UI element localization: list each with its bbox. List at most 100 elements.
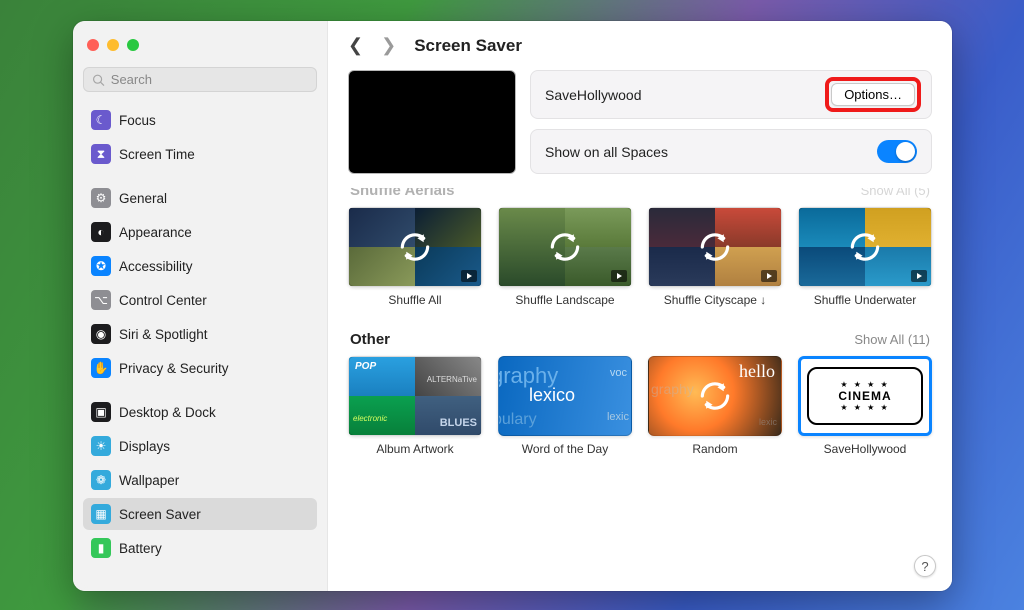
sidebar-icon: ◐ (91, 222, 111, 242)
section-title: Shuffle Aerials (350, 188, 454, 199)
sidebar-item-appearance[interactable]: ◐ Appearance (83, 216, 317, 248)
play-badge-icon (761, 270, 777, 282)
cinema-ticket-icon: CINEMA (807, 367, 923, 425)
search-field[interactable] (83, 67, 317, 92)
sidebar-item-screen-time[interactable]: ⧗ Screen Time (83, 138, 317, 170)
sidebar-item-control-center[interactable]: ⌥ Control Center (83, 284, 317, 316)
saver-thumbnail[interactable]: Shuffle Landscape (498, 207, 632, 307)
selected-saver-name: SaveHollywood (545, 87, 642, 103)
thumbnail-label: SaveHollywood (798, 442, 932, 456)
thumbnail-row: Shuffle All Shuffle Landscape Shuffle City… (348, 207, 932, 307)
play-badge-icon (461, 270, 477, 282)
saver-thumbnail[interactable]: graphyvoclexicobularylexic Word of the Da… (498, 356, 632, 456)
sidebar-icon: ✪ (91, 256, 111, 276)
saver-thumbnail[interactable]: hellographylexic Random (648, 356, 782, 456)
sidebar-item-label: Accessibility (119, 259, 193, 274)
section-header: Shuffle Aerials Show All (5) (350, 188, 930, 199)
sidebar-item-wallpaper[interactable]: ❁ Wallpaper (83, 464, 317, 496)
help-button[interactable]: ? (914, 555, 936, 577)
sidebar-item-desktop-dock[interactable]: ▣ Desktop & Dock (83, 396, 317, 428)
forward-button[interactable]: ❯ (381, 35, 396, 56)
thumbnail-image (648, 207, 782, 287)
thumbnail-label: Shuffle Cityscape ↓ (648, 293, 782, 307)
system-settings-window: ☾ Focus ⧗ Screen Time ⚙ General ◐ Appearance ✪ Ac… (73, 21, 952, 591)
thumbnail-label: Album Artwork (348, 442, 482, 456)
saver-thumbnail[interactable]: POPALTERNaTiveelectronicBLUES Album Artwo… (348, 356, 482, 456)
saver-thumbnail[interactable]: Shuffle All (348, 207, 482, 307)
sidebar-icon: ▣ (91, 402, 111, 422)
page-title: Screen Saver (414, 36, 522, 56)
sidebar-icon: ☾ (91, 110, 111, 130)
close-window-button[interactable] (87, 39, 99, 51)
sidebar-icon: ▦ (91, 504, 111, 524)
sidebar-item-focus[interactable]: ☾ Focus (83, 104, 317, 136)
sidebar-icon: ❁ (91, 470, 111, 490)
thumbnail-image (798, 207, 932, 287)
sidebar-item-label: Siri & Spotlight (119, 327, 208, 342)
sidebar-item-label: Desktop & Dock (119, 405, 216, 420)
thumbnail-image: graphyvoclexicobularylexic (498, 356, 632, 436)
thumbnail-image (498, 207, 632, 287)
main-panel: ❮ ❯ Screen Saver SaveHollywood Options… … (328, 21, 952, 591)
sidebar-item-label: Screen Time (119, 147, 195, 162)
thumbnail-label: Word of the Day (498, 442, 632, 456)
sidebar-icon: ⚙ (91, 188, 111, 208)
sidebar-icon: ☀ (91, 436, 111, 456)
section-title: Other (350, 331, 390, 348)
sidebar-icon: ▮ (91, 538, 111, 558)
thumbnail-label: Shuffle Landscape (498, 293, 632, 307)
thumbnail-row: POPALTERNaTiveelectronicBLUES Album Artwo… (348, 356, 932, 456)
thumbnail-image (348, 207, 482, 287)
main-header: ❮ ❯ Screen Saver (328, 21, 952, 66)
sidebar-icon: ⌥ (91, 290, 111, 310)
thumbnail-label: Shuffle Underwater (798, 293, 932, 307)
thumbnail-image: POPALTERNaTiveelectronicBLUES (348, 356, 482, 436)
thumbnail-image: hellographylexic (648, 356, 782, 436)
sidebar-item-label: Wallpaper (119, 473, 179, 488)
sidebar-item-label: Screen Saver (119, 507, 201, 522)
options-highlight: Options… (829, 81, 917, 108)
search-icon (92, 73, 105, 87)
sidebar-icon: ✋ (91, 358, 111, 378)
window-controls (83, 33, 317, 67)
saver-thumbnail[interactable]: Shuffle Cityscape ↓ (648, 207, 782, 307)
back-button[interactable]: ❮ (348, 35, 363, 56)
sidebar-item-general[interactable]: ⚙ General (83, 182, 317, 214)
section-header: Other Show All (11) (350, 331, 930, 348)
options-button[interactable]: Options… (831, 83, 915, 106)
sidebar: ☾ Focus ⧗ Screen Time ⚙ General ◐ Appearance ✪ Ac… (73, 21, 328, 591)
thumbnail-label: Shuffle All (348, 293, 482, 307)
thumbnail-label: Random (648, 442, 782, 456)
sidebar-nav: ☾ Focus ⧗ Screen Time ⚙ General ◐ Appearance ✪ Ac… (83, 104, 317, 564)
sidebar-item-displays[interactable]: ☀ Displays (83, 430, 317, 462)
sidebar-item-siri-spotlight[interactable]: ◉ Siri & Spotlight (83, 318, 317, 350)
search-input[interactable] (111, 72, 308, 87)
saver-hero: SaveHollywood Options… Show on all Space… (328, 66, 952, 188)
play-badge-icon (611, 270, 627, 282)
saver-preview (348, 70, 516, 174)
sidebar-item-privacy-security[interactable]: ✋Privacy & Security (83, 352, 317, 384)
saver-name-row: SaveHollywood Options… (530, 70, 932, 119)
sidebar-item-label: Appearance (119, 225, 192, 240)
sidebar-icon: ◉ (91, 324, 111, 344)
sidebar-item-label: Battery (119, 541, 162, 556)
sidebar-item-label: Focus (119, 113, 156, 128)
minimize-window-button[interactable] (107, 39, 119, 51)
show-on-all-spaces-toggle[interactable] (877, 140, 917, 163)
show-on-all-spaces-row: Show on all Spaces (530, 129, 932, 174)
show-all-link[interactable]: Show All (5) (861, 188, 930, 198)
sidebar-item-label: General (119, 191, 167, 206)
sidebar-item-battery[interactable]: ▮ Battery (83, 532, 317, 564)
sidebar-item-label: Displays (119, 439, 170, 454)
saver-thumbnail[interactable]: CINEMA SaveHollywood (798, 356, 932, 456)
zoom-window-button[interactable] (127, 39, 139, 51)
sidebar-item-label: Control Center (119, 293, 207, 308)
saver-sections: Shuffle AerialsShow All (5)Shuffle AllSh… (328, 188, 952, 591)
play-badge-icon (911, 270, 927, 282)
sidebar-icon: ⧗ (91, 144, 111, 164)
sidebar-item-accessibility[interactable]: ✪ Accessibility (83, 250, 317, 282)
show-all-link[interactable]: Show All (11) (854, 332, 930, 347)
saver-thumbnail[interactable]: Shuffle Underwater (798, 207, 932, 307)
show-on-all-spaces-label: Show on all Spaces (545, 144, 668, 160)
sidebar-item-screen-saver[interactable]: ▦ Screen Saver (83, 498, 317, 530)
